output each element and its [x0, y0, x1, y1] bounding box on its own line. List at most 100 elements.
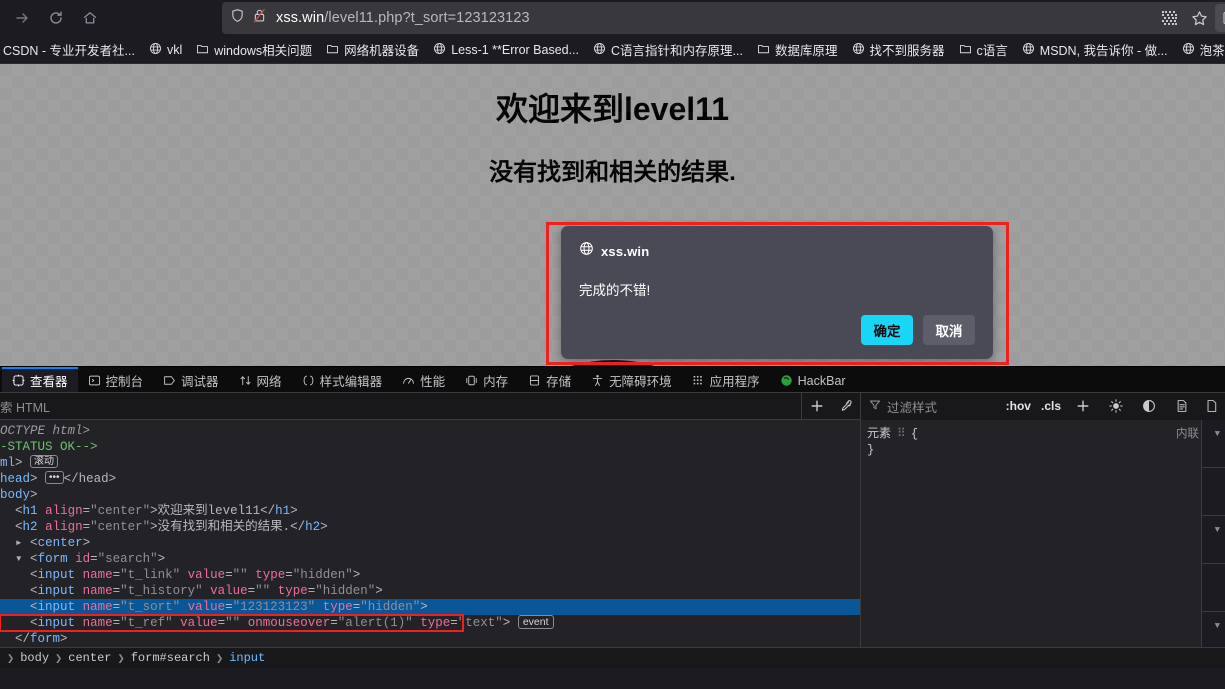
dom-node-line[interactable]: <input name="t_sort" value="123123123" t… [0, 599, 860, 615]
dom-tree[interactable]: OCTYPE html> -STATUS OK--> ml> 滚动 head> •••… [0, 420, 860, 647]
reader-view-icon[interactable] [1215, 4, 1225, 32]
dom-node-line[interactable]: body> [0, 487, 860, 503]
side-segment[interactable]: ▼ [1202, 420, 1225, 468]
styles-subtoolbar: 过滤样式 :hov .cls [860, 392, 1225, 420]
side-segment[interactable]: ▼ [1202, 612, 1225, 647]
eyedropper-icon[interactable] [831, 393, 860, 420]
bookmark-item[interactable]: c语言 [952, 38, 1015, 61]
navigation-toolbar: xss.win/level11.php?t_sort=123123123 [0, 0, 1225, 36]
moon-icon[interactable] [1134, 393, 1163, 420]
alert-dialog-message: 完成的不错! [579, 283, 651, 298]
network-icon [239, 374, 252, 387]
dom-node-line[interactable]: <input name="t_ref" value="" onmouseover… [0, 614, 554, 632]
css-rule[interactable]: 元素 ⠿ { 内联 [867, 426, 1225, 442]
search-input[interactable]: 索 HTML [0, 393, 801, 420]
breadcrumb-item[interactable]: body [18, 651, 51, 665]
breadcrumb-item[interactable]: form#search [129, 651, 212, 665]
devtools-tab-inspector[interactable]: 查看器 [2, 367, 78, 392]
dom-node-line[interactable]: <input name="t_link" value="" type="hidd… [0, 567, 860, 583]
address-bar[interactable]: xss.win/level11.php?t_sort=123123123 [222, 2, 1225, 34]
style-filter-placeholder: 过滤样式 [887, 400, 938, 415]
star-icon[interactable] [1185, 4, 1213, 32]
devtools-tab-network[interactable]: 网络 [229, 367, 292, 392]
dom-node-line[interactable]: -STATUS OK--> [0, 439, 860, 455]
page-title: 欢迎来到level11 [495, 91, 729, 127]
dom-node-line[interactable]: ▸ <center> [0, 535, 860, 551]
devtools-tab-application[interactable]: 应用程序 [682, 367, 770, 392]
browser-chrome: xss.win/level11.php?t_sort=123123123 CSD… [0, 0, 1225, 64]
devtools-tab-style-editor[interactable]: 样式编辑器 [292, 367, 393, 392]
chevron-down-icon[interactable]: ▼ [1215, 618, 1220, 634]
bookmark-item[interactable]: 网络机器设备 [319, 38, 426, 61]
bookmark-item[interactable]: vkl [142, 40, 189, 60]
bookmark-item[interactable]: C语言指针和内存原理... [586, 38, 750, 61]
side-segment[interactable]: ▼ [1202, 516, 1225, 564]
globe-icon [852, 42, 865, 58]
dom-node-line[interactable]: head> ••• </head> [0, 471, 860, 487]
more-options-icon[interactable] [1196, 393, 1225, 420]
performance-icon [402, 374, 415, 387]
dom-node-line[interactable]: <h1 align="center">欢迎来到level11</h1> [0, 503, 860, 519]
url-text[interactable]: xss.win/level11.php?t_sort=123123123 [276, 11, 530, 26]
dom-node-line[interactable]: <h2 align="center">没有找到和相关的结果.</h2> [0, 519, 860, 535]
bookmark-item[interactable]: MSDN, 我告诉你 - 做... [1015, 38, 1175, 61]
reload-icon[interactable] [42, 4, 70, 32]
chevron-down-icon[interactable]: ▼ [1215, 522, 1220, 538]
arrow-forward-icon[interactable] [8, 4, 36, 32]
bookmark-item[interactable]: Less-1 **Error Based... [426, 40, 586, 60]
page-subtitle: 没有找到和相关的结果. [489, 159, 736, 186]
css-rule-source[interactable]: 内联 [1176, 426, 1199, 442]
alert-dialog[interactable]: xss.win 完成的不错! 确定 取消 [561, 226, 993, 359]
sun-icon[interactable] [1101, 393, 1130, 420]
qr-code-icon[interactable] [1155, 4, 1183, 32]
dom-node-line[interactable]: </form> [0, 631, 860, 647]
print-preview-icon[interactable] [1167, 393, 1196, 420]
devtools-tab-performance[interactable]: 性能 [392, 367, 455, 392]
alert-dialog-header: xss.win [579, 241, 975, 261]
bookmark-item[interactable]: 数据库原理 [750, 38, 845, 61]
styles-pane[interactable]: 元素 ⠿ { 内联 } ▼ ▼ ▼ [860, 420, 1225, 647]
side-segment[interactable] [1202, 468, 1225, 516]
devtools-tab-console[interactable]: 控制台 [78, 367, 154, 392]
hov-toggle[interactable]: :hov [1003, 399, 1034, 413]
devtools-tab-memory[interactable]: 内存 [455, 367, 518, 392]
bookmark-label: vkl [166, 42, 183, 57]
style-filter-input[interactable]: 过滤样式 [869, 397, 999, 416]
confirm-button[interactable]: 确定 [861, 315, 913, 345]
style-editor-icon [302, 374, 315, 387]
home-icon[interactable] [76, 4, 104, 32]
globe-icon [1022, 42, 1035, 58]
bookmark-item[interactable]: CSDN - 专业开发者社... [0, 38, 142, 61]
dom-node-line[interactable]: ▾ <form id="search"> [0, 551, 860, 567]
dom-node-line[interactable]: ml> 滚动 [0, 455, 860, 471]
cancel-button[interactable]: 取消 [923, 315, 975, 345]
cls-toggle[interactable]: .cls [1038, 399, 1064, 413]
devtools-tab-accessibility[interactable]: 无障碍环境 [581, 367, 682, 392]
bookmark-item[interactable]: 找不到服务器 [845, 38, 952, 61]
devtools-tab-hackbar[interactable]: HackBar [770, 367, 856, 392]
bookmark-label: 网络机器设备 [344, 44, 420, 58]
css-rule-selector[interactable]: 元素 [867, 426, 891, 442]
application-icon [692, 374, 705, 387]
shield-icon[interactable] [230, 8, 245, 28]
dom-node-line[interactable]: <input name="t_history" value="" type="h… [0, 583, 860, 599]
bookmark-item[interactable]: windows相关问题 [189, 38, 319, 61]
devtools-tab-label: 查看器 [30, 375, 68, 389]
devtools-tab-debugger[interactable]: 调试器 [153, 367, 229, 392]
breadcrumb-item[interactable]: center [66, 651, 113, 665]
plus-icon[interactable] [1068, 393, 1097, 420]
breadcrumb-separator: ❯ [7, 651, 15, 666]
devtools-tab-label: 网络 [256, 375, 282, 389]
breadcrumb-item[interactable]: input [227, 651, 267, 665]
side-segment[interactable] [1202, 564, 1225, 612]
devtools-tab-storage[interactable]: 存储 [518, 367, 581, 392]
folder-icon [196, 42, 209, 58]
bookmark-label: 泡茶用水 [1199, 44, 1225, 58]
plus-icon[interactable] [802, 393, 831, 420]
bookmark-item[interactable]: 泡茶用水 [1175, 38, 1225, 61]
chevron-down-icon[interactable]: ▼ [1215, 426, 1220, 442]
web-page-content: 欢迎来到level11 没有找到和相关的结果. LEVELELEVEN 4 8 … [0, 64, 1225, 366]
bookmark-label: 找不到服务器 [869, 44, 945, 58]
lock-broken-icon[interactable] [252, 8, 267, 28]
dom-node-line[interactable]: OCTYPE html> [0, 423, 860, 439]
